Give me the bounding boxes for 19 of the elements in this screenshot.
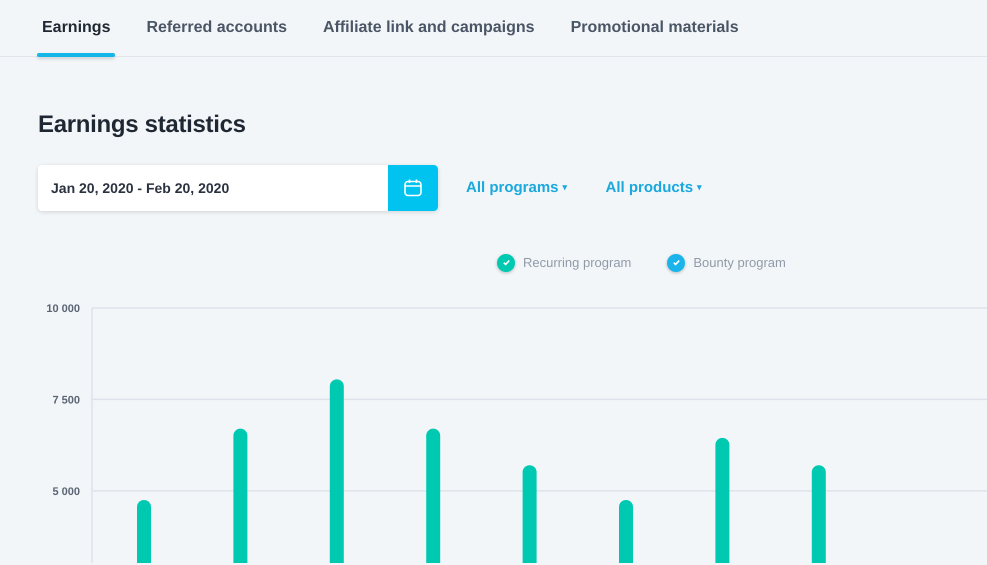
legend-checkbox[interactable] <box>667 254 686 272</box>
tab[interactable]: Promotional materials <box>566 0 744 57</box>
tab[interactable]: Affiliate link and campaigns <box>318 0 540 57</box>
bar <box>137 500 151 562</box>
legend-label: Bounty program <box>693 254 786 272</box>
tab[interactable]: Referred accounts <box>141 0 292 57</box>
axis-label: 5 000 <box>52 485 80 498</box>
calendar-button[interactable] <box>388 165 438 211</box>
section-title: Earnings statistics <box>38 110 247 140</box>
calendar-icon <box>403 178 423 198</box>
bar <box>619 500 633 562</box>
check-icon <box>672 258 681 268</box>
axis-label: 10 000 <box>46 302 80 314</box>
check-icon <box>502 258 510 268</box>
legend-checkbox[interactable] <box>497 254 515 272</box>
tab[interactable]: Earnings <box>37 0 116 57</box>
axis-label: 7 500 <box>52 394 80 406</box>
date-range-field[interactable]: Jan 20, 2020 - Feb 20, 2020 <box>38 165 438 211</box>
legend-label: Recurring program <box>523 254 632 272</box>
